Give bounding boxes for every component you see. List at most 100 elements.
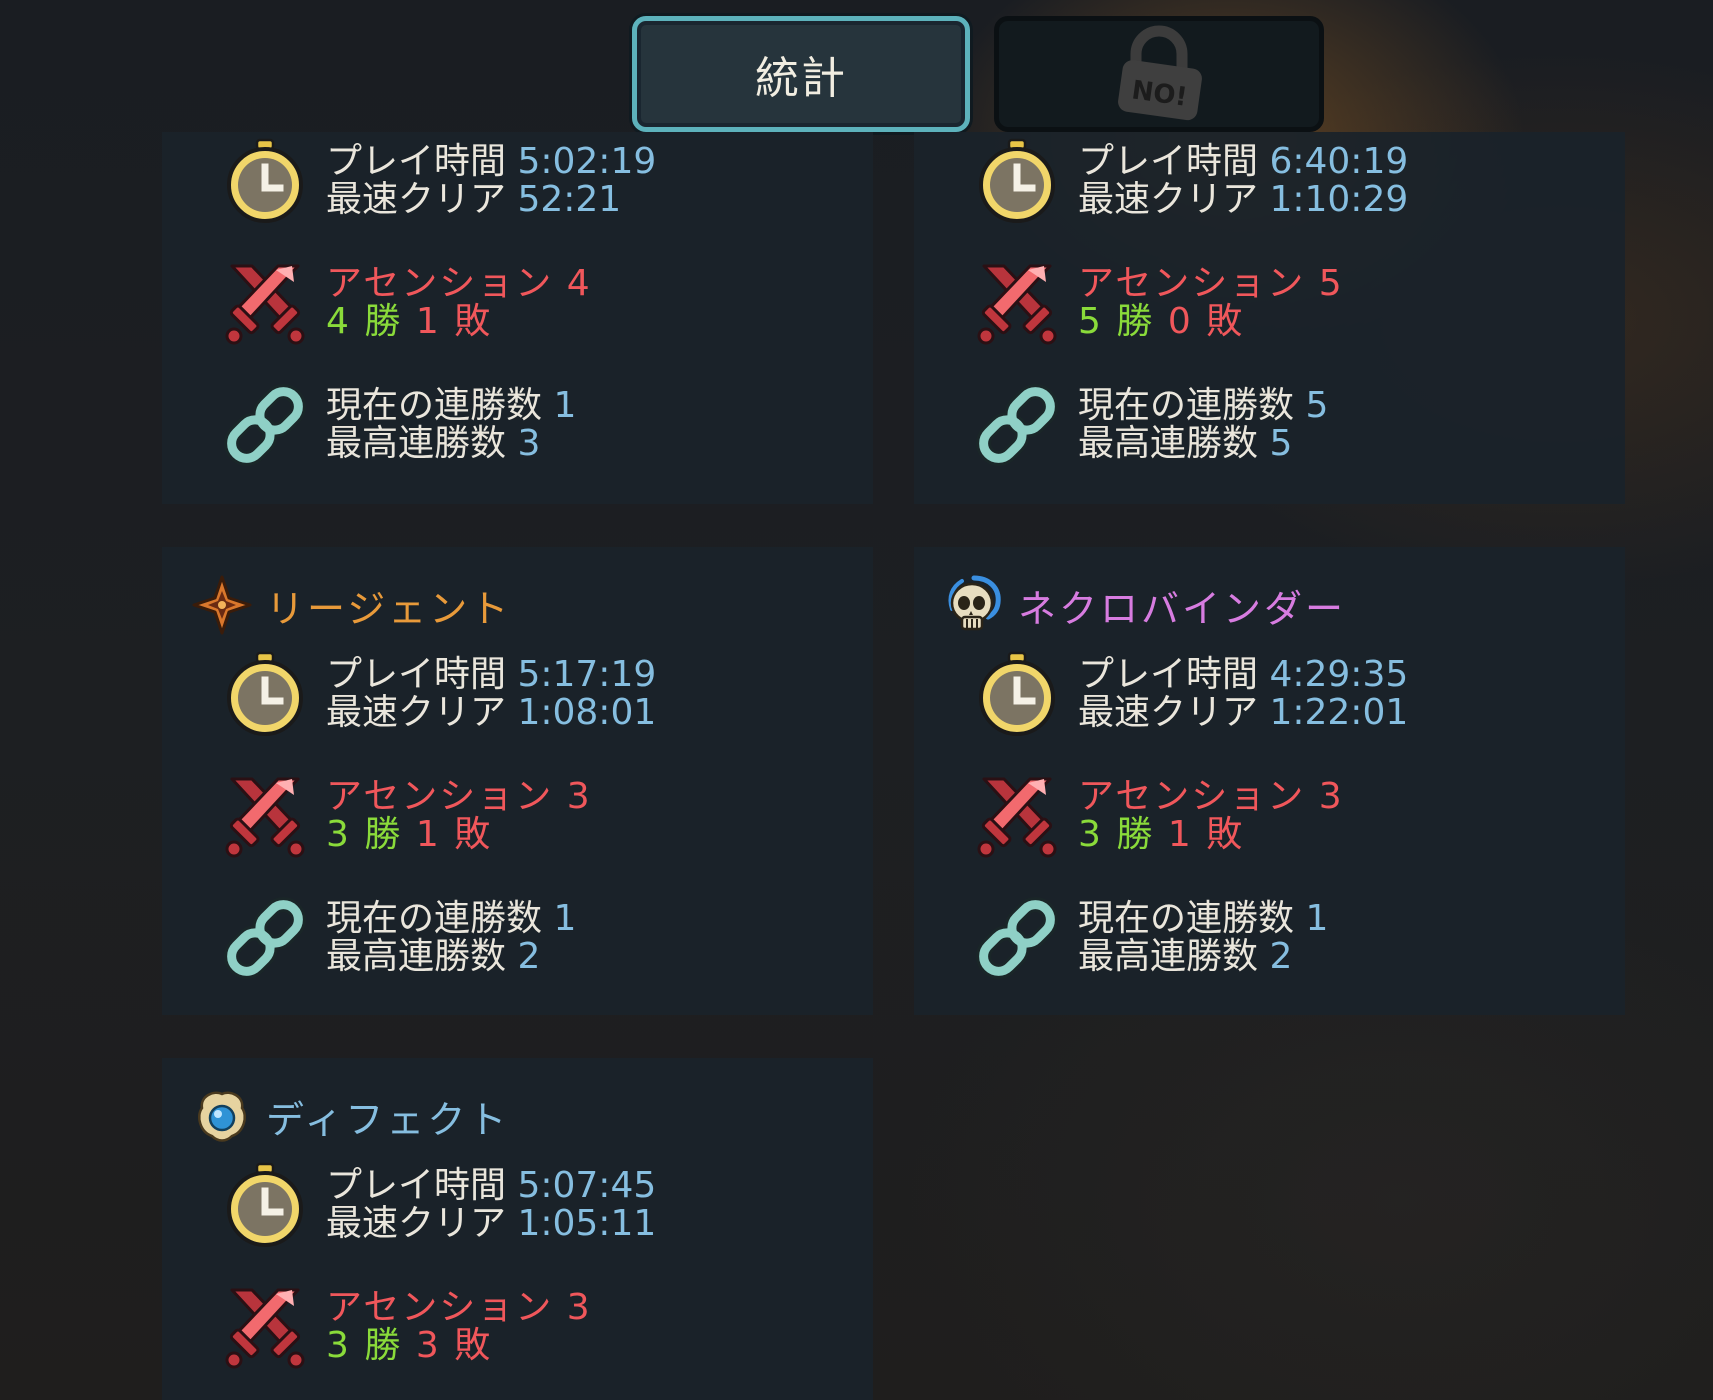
playtime-row: プレイ時間 4:29:35 最速クリア 1:22:01 (972, 649, 1408, 739)
character-header: ネクロバインダー (944, 573, 1346, 637)
losses-count: 1 (415, 814, 441, 855)
ascension-row: アセンション 3 3 勝 3 敗 (220, 1282, 592, 1372)
character-header: ディフェクト (192, 1084, 509, 1148)
playtime-value: 5:17:19 (517, 654, 657, 695)
ascension-level: アセンション 3 (1078, 776, 1344, 817)
best-streak-label: 最高連勝数 (326, 936, 507, 977)
tab-stats[interactable]: 統計 (632, 16, 970, 132)
fastest-value: 1:08:01 (517, 692, 657, 733)
best-streak-label: 最高連勝数 (1078, 936, 1259, 977)
wins-count: 3 (1078, 814, 1103, 855)
playtime-value: 5:07:45 (517, 1165, 657, 1206)
ascension-row: アセンション 4 4 勝 1 敗 (220, 258, 592, 348)
fastest-label: 最速クリア (1078, 692, 1259, 733)
padlock-icon: NO! (1118, 25, 1202, 121)
character-name: ディフェクト (266, 1097, 510, 1142)
best-streak-value: 5 (1269, 423, 1293, 464)
wins-label: 勝 (1116, 301, 1155, 342)
character-name: リージェント (266, 586, 512, 631)
crossed-swords-icon (972, 771, 1062, 861)
ascension-level: アセンション 5 (1078, 263, 1344, 304)
losses-label: 敗 (1206, 301, 1245, 342)
current-streak-value: 1 (1305, 898, 1329, 939)
fastest-value: 1:05:11 (517, 1203, 657, 1244)
playtime-label: プレイ時間 (326, 141, 507, 182)
losses-count: 0 (1167, 301, 1193, 342)
best-streak-value: 3 (517, 423, 541, 464)
character-panel: プレイ時間 6:40:19 最速クリア 1:10:29 アセンション 5 5 勝… (914, 132, 1625, 504)
ascension-level: アセンション 3 (326, 1287, 592, 1328)
current-streak-value: 1 (553, 898, 577, 939)
best-streak-value: 2 (1269, 936, 1293, 977)
losses-count: 3 (415, 1325, 441, 1366)
wins-count: 3 (326, 814, 351, 855)
chain-link-icon (972, 380, 1062, 470)
ascension-row: アセンション 5 5 勝 0 敗 (972, 258, 1344, 348)
playtime-row: プレイ時間 6:40:19 最速クリア 1:10:29 (972, 136, 1408, 226)
fastest-label: 最速クリア (326, 1203, 507, 1244)
character-name: ネクロバインダー (1018, 586, 1347, 631)
crossed-swords-icon (220, 771, 310, 861)
current-streak-label: 現在の連勝数 (326, 385, 543, 426)
tab-stats-label: 統計 (755, 53, 847, 104)
playtime-row: プレイ時間 5:02:19 最速クリア 52:21 (220, 136, 656, 226)
stopwatch-icon (220, 136, 310, 226)
crossed-swords-icon (220, 1282, 310, 1372)
current-streak-label: 現在の連勝数 (1078, 898, 1295, 939)
current-streak-label: 現在の連勝数 (326, 898, 543, 939)
streak-row: 現在の連勝数 1 最高連勝数 3 (220, 380, 576, 470)
chain-link-icon (972, 893, 1062, 983)
playtime-row: プレイ時間 5:07:45 最速クリア 1:05:11 (220, 1160, 656, 1250)
chain-link-icon (220, 380, 310, 470)
wins-count: 3 (326, 1325, 351, 1366)
character-panel: プレイ時間 5:02:19 最速クリア 52:21 アセンション 4 4 勝 1… (162, 132, 873, 504)
ascension-row: アセンション 3 3 勝 1 敗 (972, 771, 1344, 861)
playtime-label: プレイ時間 (1078, 654, 1259, 695)
fastest-label: 最速クリア (326, 692, 507, 733)
current-streak-label: 現在の連勝数 (1078, 385, 1295, 426)
losses-label: 敗 (1206, 814, 1245, 855)
stopwatch-icon (220, 1160, 310, 1250)
playtime-label: プレイ時間 (326, 654, 507, 695)
best-streak-label: 最高連勝数 (326, 423, 507, 464)
ascension-row: アセンション 3 3 勝 1 敗 (220, 771, 592, 861)
playtime-label: プレイ時間 (326, 1165, 507, 1206)
wins-label: 勝 (364, 1325, 403, 1366)
losses-count: 1 (1167, 814, 1193, 855)
fastest-value: 52:21 (517, 179, 622, 220)
current-streak-value: 1 (553, 385, 577, 426)
wins-count: 4 (326, 301, 351, 342)
playtime-row: プレイ時間 5:17:19 最速クリア 1:08:01 (220, 649, 656, 739)
streak-row: 現在の連勝数 1 最高連勝数 2 (220, 893, 576, 983)
character-panel: ディフェクト プレイ時間 5:07:45 最速クリア 1:05:11 アセンショ… (162, 1058, 873, 1400)
wins-label: 勝 (1116, 814, 1155, 855)
playtime-value: 4:29:35 (1269, 654, 1409, 695)
fastest-label: 最速クリア (326, 179, 507, 220)
character-panel: ネクロバインダー プレイ時間 4:29:35 最速クリア 1:22:01 アセン… (914, 547, 1625, 1015)
stopwatch-icon (972, 136, 1062, 226)
orb-icon (192, 1086, 252, 1146)
fastest-label: 最速クリア (1078, 179, 1259, 220)
playtime-value: 5:02:19 (517, 141, 657, 182)
current-streak-value: 5 (1305, 385, 1329, 426)
stopwatch-icon (220, 649, 310, 739)
character-panel: リージェント プレイ時間 5:17:19 最速クリア 1:08:01 アセンショ… (162, 547, 873, 1015)
crossed-swords-icon (972, 258, 1062, 348)
tab-locked[interactable]: NO! (994, 16, 1324, 132)
best-streak-value: 2 (517, 936, 541, 977)
streak-row: 現在の連勝数 5 最高連勝数 5 (972, 380, 1328, 470)
best-streak-label: 最高連勝数 (1078, 423, 1259, 464)
streak-row: 現在の連勝数 1 最高連勝数 2 (972, 893, 1328, 983)
fastest-value: 1:10:29 (1269, 179, 1409, 220)
losses-count: 1 (415, 301, 441, 342)
stopwatch-icon (972, 649, 1062, 739)
ascension-level: アセンション 4 (326, 263, 592, 304)
losses-label: 敗 (454, 301, 493, 342)
playtime-label: プレイ時間 (1078, 141, 1259, 182)
playtime-value: 6:40:19 (1269, 141, 1409, 182)
losses-label: 敗 (454, 814, 493, 855)
skull-icon (944, 575, 1004, 635)
ascension-level: アセンション 3 (326, 776, 592, 817)
wins-count: 5 (1078, 301, 1103, 342)
losses-label: 敗 (454, 1325, 493, 1366)
